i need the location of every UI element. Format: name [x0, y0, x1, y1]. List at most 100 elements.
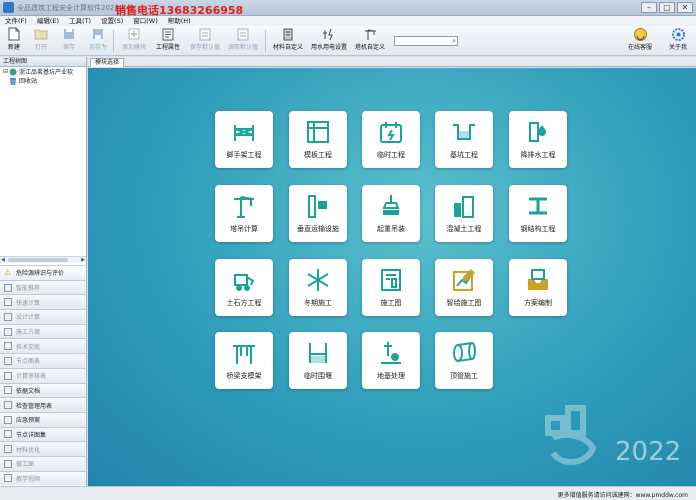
accordion-item-label: 施工方案 [16, 329, 41, 337]
tree-item-project[interactable]: ⊟ 浙江品茗基坑产业软 [0, 67, 86, 76]
online-service-button[interactable]: 在线客服 [624, 27, 656, 51]
module-tile[interactable]: 桥梁支模架 [215, 332, 273, 389]
temporary-works-icon [380, 122, 402, 143]
open-button[interactable]: 打开 [27, 27, 55, 51]
dewatering-icon [529, 122, 546, 142]
menu-edit[interactable]: 编辑(E) [37, 16, 59, 26]
function-accordion: ⚠ 危险源辨识与评价智能推荐快速计算设计计算施工方案 技术交底 节点图表 计算审核表 依据… [0, 265, 86, 486]
module-tile[interactable]: 临时围堰 [289, 332, 347, 389]
module-tile[interactable]: 模板工程 [289, 111, 347, 168]
add-module-button[interactable]: 添加模块 [118, 27, 150, 51]
module-tile[interactable]: 塔吊计算 [215, 185, 273, 242]
panel-item-icon [4, 327, 12, 336]
formwork-icon [307, 121, 329, 143]
material-icon [281, 27, 295, 41]
concrete-icon [454, 196, 474, 218]
module-tile[interactable]: 施工图 [362, 259, 420, 316]
menu-window[interactable]: 窗口(W) [133, 16, 158, 26]
accordion-item[interactable]: 节点图表 [0, 353, 86, 368]
accordion-item[interactable]: 计算审核表 [0, 367, 86, 383]
menu-help[interactable]: 帮助(H) [168, 16, 191, 26]
module-tile[interactable]: 顶管施工 [435, 332, 493, 389]
snowflake-icon [307, 269, 329, 291]
status-text: 更多增值服务请访问诚建网：www.pmddw.com [557, 492, 688, 499]
tab-module-select[interactable]: 模块选择 [90, 58, 125, 67]
module-tile[interactable]: 钢结构工程 [509, 185, 567, 242]
save-default-icon [198, 27, 212, 41]
module-tile[interactable]: 冬期施工 [289, 259, 347, 316]
module-tile-label: 塔吊计算 [230, 225, 258, 233]
scroll-left-icon[interactable]: ◀ [1, 257, 5, 263]
accordion-item-label: 做工图 [16, 461, 35, 469]
accordion-item[interactable]: 技术交底 [0, 338, 86, 354]
tower-crane-icon [234, 196, 254, 218]
accordion-item-label: 智能推荐 [16, 285, 41, 293]
about-button[interactable]: 关于我 [662, 27, 694, 51]
accordion-item-label: 快速计算 [16, 299, 41, 307]
menu-tools[interactable]: 工具(T) [69, 16, 91, 26]
accordion-item[interactable]: 设计计算 [0, 309, 86, 324]
accordion-item[interactable]: 施工方案 [0, 323, 86, 339]
accordion-item[interactable]: 做工图 [0, 455, 86, 471]
new-file-icon [7, 27, 21, 41]
panel-item-icon [4, 312, 12, 321]
tree-item-recycle[interactable]: 回收站 [0, 76, 86, 85]
pipe-jacking-icon [453, 342, 476, 362]
module-tile-label: 顶管施工 [450, 372, 478, 380]
accordion-item[interactable]: ⚠ 危险源辨识与评价 [0, 265, 86, 280]
new-button[interactable]: 新建 [0, 27, 28, 51]
module-tile[interactable]: 方案编制 [509, 259, 567, 316]
module-tile[interactable]: 混凝土工程 [435, 185, 493, 242]
accordion-item[interactable]: 智能推荐 [0, 279, 86, 295]
module-tile[interactable]: 智绘施工图 [435, 259, 493, 316]
panel-item-icon [4, 298, 12, 307]
menu-file[interactable]: 文件(F) [5, 16, 27, 26]
accordion-item[interactable]: 教学视频 [0, 470, 86, 486]
tree-horizontal-scrollbar[interactable]: ◀ ▶ [0, 256, 86, 263]
scrollbar-thumb[interactable] [8, 258, 68, 262]
save-as-button[interactable]: 另存为 [84, 27, 112, 51]
search-input[interactable]: ⌕ [394, 36, 458, 46]
headset-icon [633, 27, 647, 41]
save-button[interactable]: 保存 [55, 27, 83, 51]
module-tile-label: 模板工程 [304, 151, 332, 159]
menu-settings[interactable]: 设置(S) [101, 16, 123, 26]
project-tree-panel: 工程树图 ⊟ 浙江品茗基坑产业软 回收站 ◀ ▶ ⚠ 危险源辨识与评价 智能推荐 快速… [0, 57, 87, 486]
save-default-button[interactable]: 保存默认值 [188, 27, 222, 51]
project-icon [9, 68, 17, 75]
status-bar: 更多增值服务请访问诚建网：www.pmddw.com [0, 486, 696, 500]
close-button[interactable]: ✕ [677, 2, 693, 13]
maximize-button[interactable]: ▢ [659, 2, 675, 13]
panel-item-icon [4, 430, 12, 439]
project-properties-button[interactable]: 工程属性 [152, 27, 184, 51]
tower-custom-button[interactable]: 塔机自定义 [352, 27, 388, 51]
accordion-item[interactable]: 依据文档 [0, 382, 86, 398]
accordion-item[interactable]: 材料优化 [0, 441, 86, 456]
accordion-item[interactable]: 应急预案 [0, 411, 86, 427]
module-tile[interactable]: 脚手架工程 [215, 111, 273, 168]
module-tile[interactable]: 地基处理 [362, 332, 420, 389]
module-tile[interactable]: 垂直运输设施 [289, 185, 347, 242]
load-default-button[interactable]: 调取默认值 [226, 27, 260, 51]
minimize-button[interactable]: – [641, 2, 657, 13]
properties-icon [161, 27, 175, 41]
window-title: 全品建筑工程安全计算软件2022 [17, 4, 119, 12]
module-tile[interactable]: 临时工程 [362, 111, 420, 168]
accordion-item[interactable]: 检查管理用表 [0, 397, 86, 412]
scroll-right-icon[interactable]: ▶ [81, 257, 85, 263]
module-tile-label: 临时工程 [377, 151, 405, 159]
accordion-item[interactable]: 节点详图集 [0, 426, 86, 442]
hoist-icon [308, 195, 327, 218]
module-tile[interactable]: 降排水工程 [509, 111, 567, 168]
cofferdam-icon [309, 343, 327, 363]
project-tree: ⊟ 浙江品茗基坑产业软 回收站 [0, 67, 86, 257]
module-tile[interactable]: 起重吊装 [362, 185, 420, 242]
accordion-item-label: 危险源辨识与评价 [16, 270, 65, 278]
module-tile[interactable]: 土石方工程 [215, 259, 273, 316]
material-custom-button[interactable]: 材料自定义 [270, 27, 306, 51]
app-icon [3, 2, 14, 13]
water-power-settings-button[interactable]: 用水用电设置 [308, 27, 350, 51]
module-tile[interactable]: 基坑工程 [435, 111, 493, 168]
accordion-item[interactable]: 快速计算 [0, 294, 86, 310]
recycle-bin-icon [10, 77, 16, 85]
